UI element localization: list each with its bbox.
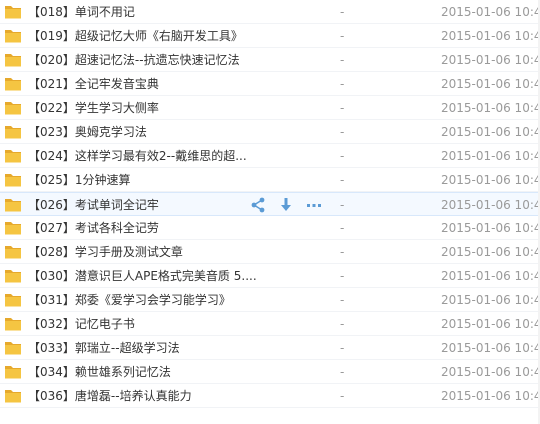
folder-icon: [4, 148, 22, 163]
file-row[interactable]: 【019】超级记忆大师《右脑开发工具》 - 2015-01-06 10:45: [0, 24, 540, 48]
file-date: 2015-01-06 10:45: [441, 221, 540, 235]
folder-icon: [4, 364, 22, 379]
file-date: 2015-01-06 10:45: [441, 365, 540, 379]
file-date: 2015-01-06 10:45: [441, 198, 540, 212]
file-date: 2015-01-06 10:45: [441, 53, 540, 67]
file-row[interactable]: 【021】全记牢发音宝典 - 2015-01-06 10:45: [0, 72, 540, 96]
file-name[interactable]: 【027】考试各科全记劳: [28, 220, 159, 236]
file-row[interactable]: 【031】郑委《爱学习会学习能学习》 - 2015-01-06 10:45: [0, 288, 540, 312]
file-row[interactable]: 【033】郭瑞立--超级学习法 - 2015-01-06 10:45: [0, 336, 540, 360]
file-date: 2015-01-06 10:45: [441, 29, 540, 43]
file-name[interactable]: 【030】潜意识巨人APE格式完美音质 5....: [28, 268, 257, 284]
file-name[interactable]: 【032】记忆电子书: [28, 316, 135, 332]
file-size: -: [340, 317, 345, 331]
file-size: -: [340, 293, 345, 307]
file-size: -: [340, 5, 345, 19]
folder-icon: [4, 197, 22, 212]
file-date: 2015-01-06 10:45: [441, 101, 540, 115]
file-row[interactable]: 【024】这样学习最有效2--戴维思的超... - 2015-01-06 10:45: [0, 144, 540, 168]
file-name[interactable]: 【026】考试单词全记牢: [28, 197, 159, 213]
file-name[interactable]: 【028】学习手册及测试文章: [28, 244, 183, 260]
more-icon[interactable]: [305, 196, 323, 214]
folder-icon: [4, 100, 22, 115]
file-name[interactable]: 【021】全记牢发音宝典: [28, 76, 159, 92]
folder-icon: [4, 172, 22, 187]
file-date: 2015-01-06 10:45: [441, 269, 540, 283]
file-size: -: [340, 365, 345, 379]
file-row[interactable]: 【020】超速记忆法--抗遗忘快速记忆法 - 2015-01-06 10:45: [0, 48, 540, 72]
file-row[interactable]: 【027】考试各科全记劳 - 2015-01-06 10:45: [0, 216, 540, 240]
file-size: -: [340, 341, 345, 355]
file-size: -: [340, 389, 345, 403]
file-name[interactable]: 【023】奥姆克学习法: [28, 124, 147, 140]
file-row[interactable]: 【023】奥姆克学习法 - 2015-01-06 10:45: [0, 120, 540, 144]
file-date: 2015-01-06 10:45: [441, 293, 540, 307]
file-size: -: [340, 149, 345, 163]
file-name[interactable]: 【020】超速记忆法--抗遗忘快速记忆法: [28, 52, 240, 68]
file-date: 2015-01-06 10:45: [441, 5, 540, 19]
file-size: -: [340, 29, 345, 43]
file-size: -: [340, 245, 345, 259]
file-name[interactable]: 【025】1分钟速算: [28, 172, 131, 188]
file-row[interactable]: 【028】学习手册及测试文章 - 2015-01-06 10:45: [0, 240, 540, 264]
file-date: 2015-01-06 10:45: [441, 317, 540, 331]
file-size: -: [340, 101, 345, 115]
file-date: 2015-01-06 10:45: [441, 149, 540, 163]
file-row[interactable]: 【034】赖世雄系列记忆法 - 2015-01-06 10:45: [0, 360, 540, 384]
file-row[interactable]: 【025】1分钟速算 - 2015-01-06 10:45: [0, 168, 540, 192]
file-size: -: [340, 125, 345, 139]
file-size: -: [340, 77, 345, 91]
file-name[interactable]: 【022】学生学习大侧率: [28, 100, 159, 116]
folder-icon: [4, 244, 22, 259]
file-name[interactable]: 【024】这样学习最有效2--戴维思的超...: [28, 148, 247, 164]
file-size: -: [340, 53, 345, 67]
folder-icon: [4, 28, 22, 43]
file-size: -: [340, 221, 345, 235]
file-name[interactable]: 【018】单词不用记: [28, 4, 135, 20]
file-row[interactable]: 【036】唐增磊--培养认真能力 - 2015-01-06 10:45: [0, 384, 540, 408]
file-name[interactable]: 【033】郭瑞立--超级学习法: [28, 340, 180, 356]
file-date: 2015-01-06 10:45: [441, 77, 540, 91]
file-name[interactable]: 【036】唐增磊--培养认真能力: [28, 388, 192, 404]
folder-icon: [4, 52, 22, 67]
file-list: 【018】单词不用记 -2015-01-06 10:45 【019】超级记忆大师《右…: [0, 0, 540, 408]
file-date: 2015-01-06 10:45: [441, 341, 540, 355]
download-icon[interactable]: [277, 196, 295, 214]
file-name[interactable]: 【034】赖世雄系列记忆法: [28, 364, 171, 380]
folder-icon: [4, 220, 22, 235]
file-row[interactable]: 【026】考试单词全记牢 - 2015-01-06 10:45: [0, 192, 540, 216]
file-row[interactable]: 【018】单词不用记 - 2015-01-06 10:45: [0, 0, 540, 24]
folder-icon: [4, 292, 22, 307]
file-date: 2015-01-06 10:45: [441, 173, 540, 187]
file-size: -: [340, 269, 345, 283]
folder-icon: [4, 124, 22, 139]
folder-icon: [4, 4, 22, 19]
file-row[interactable]: 【022】学生学习大侧率 - 2015-01-06 10:45: [0, 96, 540, 120]
file-date: 2015-01-06 10:45: [441, 125, 540, 139]
file-row[interactable]: 【032】记忆电子书 - 2015-01-06 10:45: [0, 312, 540, 336]
folder-icon: [4, 388, 22, 403]
folder-icon: [4, 268, 22, 283]
folder-icon: [4, 76, 22, 91]
file-row[interactable]: 【030】潜意识巨人APE格式完美音质 5.... - 2015-01-06 10:…: [0, 264, 540, 288]
file-name[interactable]: 【031】郑委《爱学习会学习能学习》: [28, 292, 231, 308]
folder-icon: [4, 340, 22, 355]
folder-icon: [4, 316, 22, 331]
share-icon[interactable]: [249, 196, 267, 214]
file-date: 2015-01-06 10:45: [441, 389, 540, 403]
file-size: -: [340, 198, 345, 212]
file-size: -: [340, 173, 345, 187]
file-date: 2015-01-06 10:45: [441, 245, 540, 259]
file-name[interactable]: 【019】超级记忆大师《右脑开发工具》: [28, 28, 243, 44]
